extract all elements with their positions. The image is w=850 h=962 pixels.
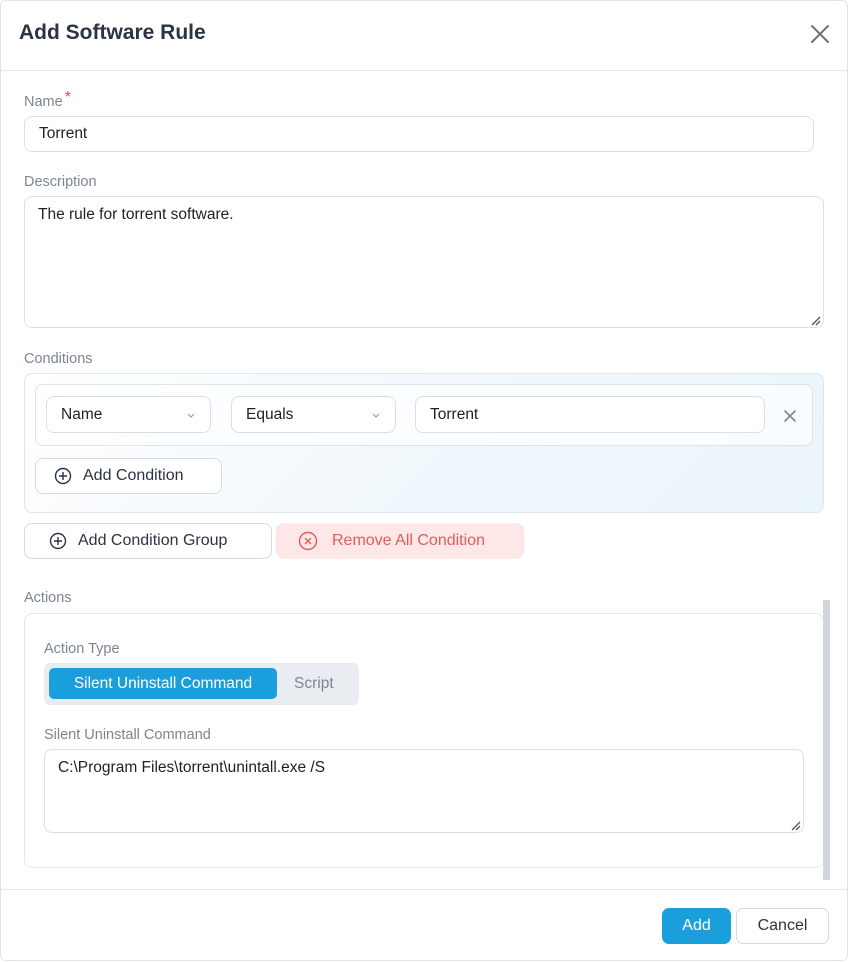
- close-icon[interactable]: [809, 23, 831, 45]
- actions-label: Actions: [24, 590, 72, 606]
- dialog-header: Add Software Rule: [1, 1, 847, 71]
- plus-circle-icon: [54, 467, 72, 485]
- add-condition-group-button[interactable]: Add Condition Group: [24, 523, 272, 559]
- remove-all-condition-button[interactable]: Remove All Condition: [276, 523, 524, 559]
- description-label: Description: [24, 174, 97, 190]
- x-circle-icon: [298, 531, 318, 551]
- name-input[interactable]: [24, 116, 814, 152]
- silent-uninstall-command-label: Silent Uninstall Command: [44, 727, 211, 743]
- condition-value-input[interactable]: [415, 396, 765, 433]
- action-type-label: Action Type: [44, 641, 120, 657]
- remove-condition-icon[interactable]: [783, 409, 797, 423]
- conditions-label: Conditions: [24, 351, 93, 367]
- condition-operator-select[interactable]: Equals: [231, 396, 396, 433]
- cancel-button[interactable]: Cancel: [736, 908, 829, 944]
- scrollbar[interactable]: [823, 600, 830, 880]
- add-button[interactable]: Add: [662, 908, 731, 944]
- chevron-down-icon: [372, 413, 380, 418]
- required-mark: *: [64, 89, 71, 106]
- silent-uninstall-command-textarea[interactable]: C:\Program Files\torrent\unintall.exe /S: [44, 749, 804, 833]
- dialog-title: Add Software Rule: [19, 21, 206, 44]
- condition-field-select[interactable]: Name: [46, 396, 211, 433]
- description-textarea[interactable]: The rule for torrent software.: [24, 196, 824, 328]
- action-type-toggle: Silent Uninstall Command Script: [44, 663, 359, 705]
- resize-grip-icon[interactable]: [809, 314, 821, 326]
- add-condition-button[interactable]: Add Condition: [35, 458, 222, 494]
- name-label: Name *: [24, 89, 71, 110]
- action-type-script[interactable]: Script: [294, 668, 334, 699]
- action-type-silent-uninstall[interactable]: Silent Uninstall Command: [49, 668, 277, 699]
- condition-group: Name Equals Add Condition: [24, 373, 824, 513]
- resize-grip-icon[interactable]: [789, 819, 801, 831]
- condition-row: Name Equals: [35, 384, 813, 446]
- chevron-down-icon: [187, 413, 195, 418]
- add-software-rule-dialog: Add Software Rule Name* Description The …: [0, 0, 848, 961]
- plus-circle-icon: [49, 532, 67, 550]
